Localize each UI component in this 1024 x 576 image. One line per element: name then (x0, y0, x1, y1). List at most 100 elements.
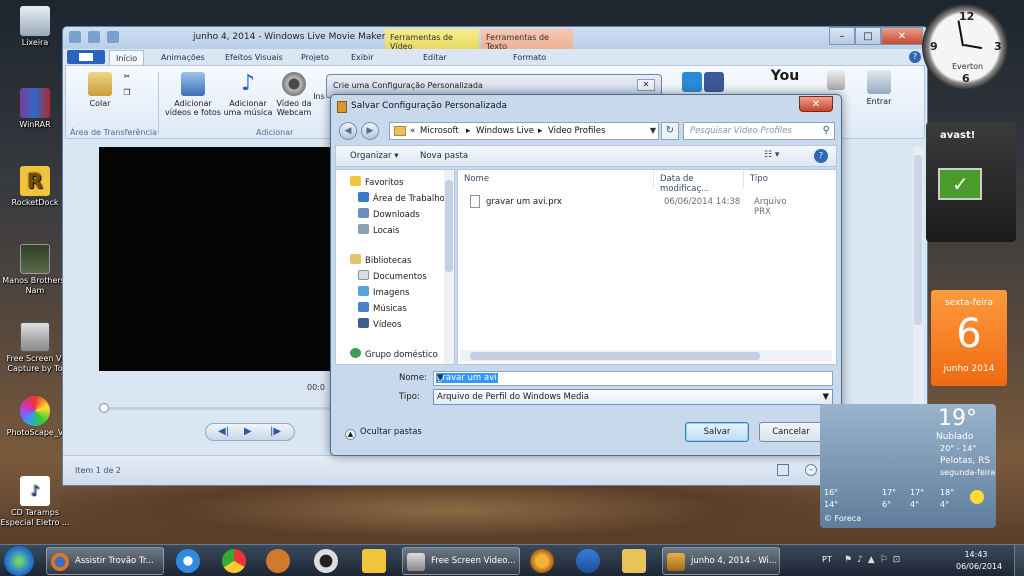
cancel-button[interactable]: Cancelar (759, 422, 823, 442)
skydrive-icon[interactable] (681, 72, 702, 92)
chrome-icon[interactable] (222, 549, 246, 573)
play-icon[interactable]: ▶ (244, 426, 252, 437)
view-options-icon[interactable]: ☷ ▾ (764, 150, 779, 160)
desktop-icon-photoscape[interactable]: PhotoScape_V (0, 396, 70, 438)
hide-folders-toggle[interactable]: ▲ Ocultar pastas (345, 427, 422, 440)
application-menu-button[interactable] (67, 50, 105, 64)
tab-efeitos-visuais[interactable]: Efeitos Visuais (219, 50, 289, 65)
close-button[interactable]: ✕ (881, 27, 923, 45)
avast-gadget[interactable]: avast! ✓ (926, 122, 1016, 242)
close-button[interactable]: ✕ (799, 96, 833, 112)
tab-exibir[interactable]: Exibir (345, 50, 380, 65)
chevron-down-icon[interactable]: ▼ (436, 373, 829, 383)
weather-gadget[interactable]: 19° Nublado 20° - 14° Pelotas, RS segund… (820, 404, 996, 528)
folder-icon[interactable] (622, 549, 646, 573)
app-icon[interactable] (576, 549, 600, 573)
sign-in-button[interactable]: Entrar (860, 70, 898, 106)
list-item[interactable]: gravar um avi.prx 06/06/2014 14:38 Arqui… (468, 194, 798, 217)
taskbar-item-free-screen-video[interactable]: Free Screen Video... (402, 547, 520, 575)
horizontal-scrollbar[interactable] (460, 350, 832, 362)
back-button[interactable]: ◀ (339, 122, 357, 140)
seek-handle[interactable] (99, 403, 109, 413)
nav-downloads[interactable]: Downloads (358, 208, 420, 220)
add-music-button[interactable]: ♪ Adicionar uma música (222, 72, 274, 118)
undo-icon[interactable] (87, 31, 100, 43)
redo-icon[interactable] (106, 31, 119, 43)
media-icon[interactable] (314, 549, 338, 573)
chevron-down-icon[interactable]: ▼ (650, 126, 656, 135)
copy-button[interactable]: ❐ (120, 88, 134, 97)
desktop-icon-recycle-bin[interactable]: Lixeira (0, 6, 70, 48)
gimp-icon[interactable] (266, 549, 290, 573)
column-header-name[interactable]: Nome (458, 170, 654, 188)
storyboard-scrollbar[interactable] (913, 147, 923, 447)
tab-formato[interactable]: Formato (507, 50, 552, 65)
desktop-icon-winrar[interactable]: WinRAR (0, 88, 70, 130)
app-icon[interactable] (530, 549, 554, 573)
webcam-video-button[interactable]: Vídeo da Webcam (274, 72, 314, 117)
file-type-select[interactable]: Arquivo de Perfil do Windows Media ▼ (433, 389, 833, 405)
nav-favorites[interactable]: Favoritos (350, 176, 403, 188)
clock-gadget[interactable]: 12 3 6 9 Everton (922, 4, 1008, 90)
start-button[interactable] (4, 546, 34, 576)
tab-projeto[interactable]: Projeto (295, 50, 335, 65)
nav-images[interactable]: Imagens (358, 286, 409, 298)
tab-inicio[interactable]: Início (109, 50, 145, 65)
new-folder-button[interactable]: Nova pasta (420, 151, 468, 161)
nav-documents[interactable]: Documentos (358, 270, 427, 282)
close-button[interactable]: ✕ (637, 79, 655, 91)
add-videos-photos-button[interactable]: Adicionar vídeos e fotos (164, 72, 222, 117)
cut-button[interactable]: ✂ (120, 72, 134, 81)
taskbar-item-movie-maker[interactable]: junho 4, 2014 - Wi... (662, 547, 780, 575)
zoom-out-button[interactable]: – (805, 464, 817, 476)
minimize-button[interactable]: – (829, 27, 855, 45)
desktop-icon-rocketdock[interactable]: R RocketDock (0, 166, 70, 208)
save-movie-icon[interactable] (826, 70, 846, 93)
system-clock[interactable]: 14:43 06/06/2014 (956, 549, 1002, 573)
help-icon[interactable]: ? (909, 51, 921, 63)
save-icon[interactable] (69, 31, 81, 43)
previous-frame-icon[interactable]: ◀| (218, 426, 229, 437)
desktop-icon-free-screen-capture[interactable]: Free Screen Vi Capture by To (0, 322, 70, 374)
nav-desktop[interactable]: Área de Trabalho (358, 192, 445, 204)
next-frame-icon[interactable]: |▶ (270, 426, 281, 437)
rocketdock-icon[interactable] (362, 549, 386, 573)
tab-animacoes[interactable]: Animações (155, 50, 211, 65)
thumbnail-size-icon[interactable] (777, 464, 789, 476)
facebook-icon[interactable] (704, 72, 725, 92)
nav-music[interactable]: Músicas (358, 302, 407, 314)
title-bar[interactable]: junho 4, 2014 - Windows Live Movie Maker… (63, 27, 927, 51)
video-preview[interactable] (99, 147, 339, 371)
breadcrumb-video-profiles[interactable]: Video Profiles (548, 126, 605, 136)
search-input[interactable]: Pesquisar Video Profiles ⚲ (683, 122, 835, 140)
column-header-type[interactable]: Tipo (744, 170, 824, 188)
chevron-down-icon[interactable]: ▼ (822, 392, 829, 402)
nav-libraries[interactable]: Bibliotecas (350, 254, 411, 266)
nav-places[interactable]: Locais (358, 224, 399, 236)
nav-scrollbar[interactable] (444, 170, 454, 364)
tab-editar[interactable]: Editar (417, 50, 453, 65)
paste-button[interactable]: Colar (78, 72, 122, 108)
help-icon[interactable]: ? (814, 149, 828, 163)
seek-bar[interactable] (101, 407, 333, 410)
breadcrumb-microsoft[interactable]: Microsoft (420, 126, 459, 136)
file-name-input[interactable]: gravar um avi ▼ (433, 371, 833, 386)
insert-button-partial[interactable]: Ins (312, 92, 326, 101)
nav-videos[interactable]: Vídeos (358, 318, 401, 330)
organize-button[interactable]: Organizar ▾ (350, 151, 399, 161)
refresh-button[interactable]: ↻ (661, 122, 679, 140)
nav-homegroup[interactable]: Grupo doméstico (350, 348, 438, 360)
maximize-button[interactable]: □ (855, 27, 881, 45)
calendar-gadget[interactable]: sexta-feira 6 junho 2014 (931, 290, 1007, 386)
address-bar[interactable]: « Microsoft ▸ Windows Live ▸ Video Profi… (389, 122, 659, 140)
save-button[interactable]: Salvar (685, 422, 749, 442)
tray-icons[interactable]: ⚑♪▲⚐⊡ (844, 555, 905, 565)
taskbar-item-firefox[interactable]: Assistir Trovão Tr... (46, 547, 164, 575)
show-desktop-button[interactable] (1014, 545, 1024, 576)
language-indicator[interactable]: PT (822, 555, 832, 564)
desktop-icon-mp3[interactable]: ♪ CD Taramps Especial Eletro ... (0, 476, 70, 528)
breadcrumb-windows-live[interactable]: Windows Live (476, 126, 534, 136)
youtube-icon[interactable]: You (770, 69, 800, 83)
forward-button[interactable]: ▶ (361, 122, 379, 140)
column-header-date[interactable]: Data de modificaç... (654, 170, 744, 194)
